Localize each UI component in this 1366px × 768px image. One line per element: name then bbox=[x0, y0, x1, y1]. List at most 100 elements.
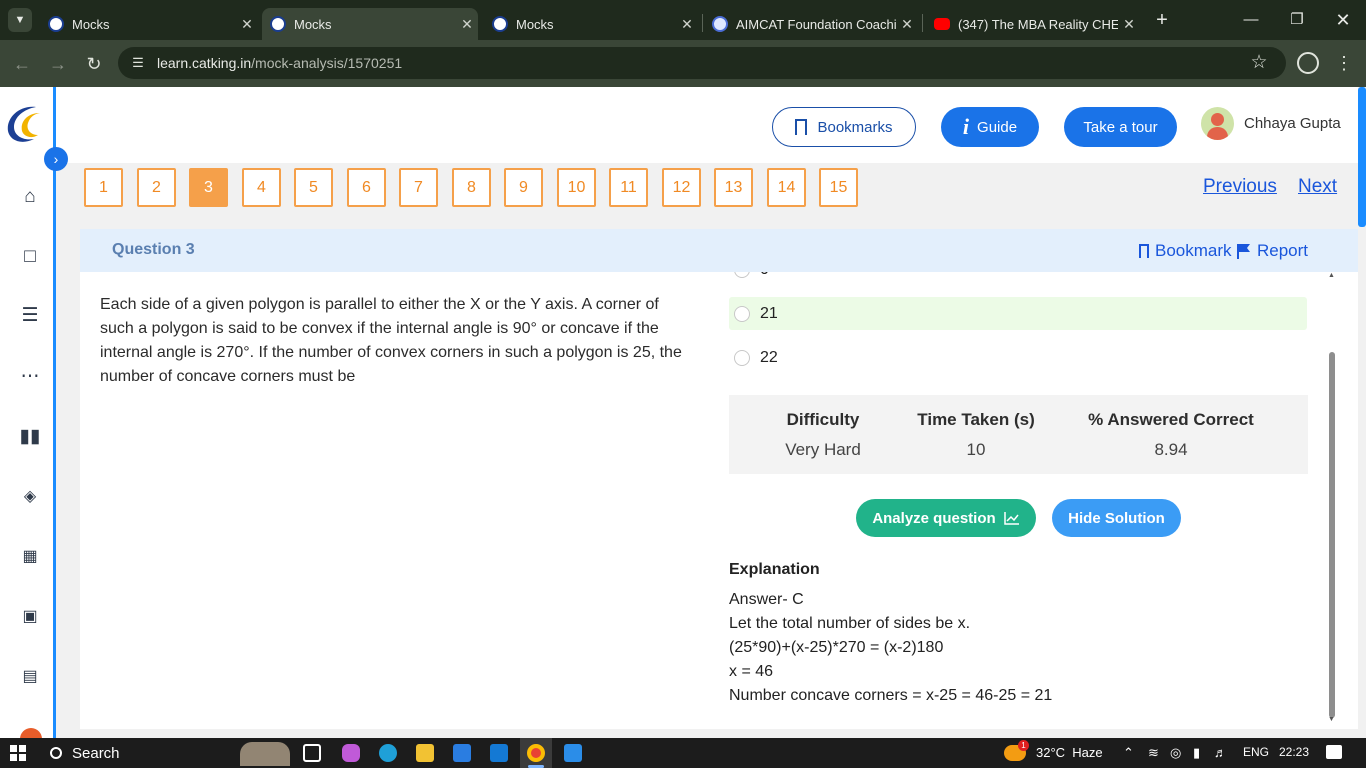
page-scrollbar-thumb[interactable] bbox=[1358, 87, 1366, 227]
question-stats-table bbox=[729, 395, 1308, 474]
store-icon[interactable] bbox=[453, 744, 471, 762]
take-tour-button[interactable]: Take a tour bbox=[1064, 107, 1177, 147]
next-link[interactable]: Next bbox=[1298, 176, 1337, 198]
close-tab-icon[interactable]: ✕ bbox=[236, 16, 258, 33]
tray-chevron-icon[interactable]: ⌃ bbox=[1123, 745, 1134, 761]
browser-tab-5[interactable]: (347) The MBA Reality CHEC ✕ bbox=[926, 8, 1140, 40]
tab-search-button[interactable]: ▼ bbox=[8, 8, 32, 32]
photos-icon[interactable] bbox=[564, 744, 582, 762]
task-view-icon[interactable] bbox=[303, 744, 321, 762]
panel-scrollbar-thumb[interactable] bbox=[1329, 352, 1335, 718]
graduation-cap-icon[interactable]: ◈ bbox=[18, 485, 42, 509]
more-dots-icon[interactable]: ⋯ bbox=[18, 365, 42, 389]
option-radio[interactable] bbox=[734, 272, 750, 278]
question-number-1[interactable]: 1 bbox=[84, 168, 123, 207]
guide-button[interactable]: i Guide bbox=[941, 107, 1039, 147]
panel-scrollbar[interactable]: ▲ ▼ bbox=[1327, 272, 1337, 727]
browser-tab-1[interactable]: Mocks ✕ bbox=[40, 8, 258, 40]
home-icon[interactable]: ⌂ bbox=[18, 185, 42, 209]
question-number-14[interactable]: 14 bbox=[767, 168, 806, 207]
tab-title: (347) The MBA Reality CHEC bbox=[958, 16, 1118, 32]
line-chart-icon bbox=[1003, 512, 1019, 525]
tab-title: AIMCAT Foundation Coachin bbox=[736, 16, 896, 32]
reload-icon[interactable]: ↻ bbox=[82, 52, 106, 76]
answered-correct-value: 8.94 bbox=[1154, 440, 1188, 459]
option-21-correct[interactable]: 21 bbox=[729, 297, 1307, 330]
previous-link[interactable]: Previous bbox=[1203, 176, 1277, 198]
scroll-down-arrow-icon[interactable]: ▼ bbox=[1328, 716, 1335, 723]
bookmark-question-button[interactable]: Bookmark bbox=[1139, 241, 1232, 261]
wifi-icon[interactable]: ≋ bbox=[1148, 745, 1159, 761]
close-window-icon[interactable]: ✕ bbox=[1320, 8, 1366, 32]
battery-icon[interactable]: ▮ bbox=[1193, 745, 1200, 761]
question-number-3[interactable]: 3 bbox=[189, 168, 228, 207]
question-number-9[interactable]: 9 bbox=[504, 168, 543, 207]
explanation-line: Answer- C bbox=[729, 591, 804, 608]
question-number-6[interactable]: 6 bbox=[347, 168, 386, 207]
explanation-line: x = 46 bbox=[729, 663, 774, 680]
dinosaur-widget-icon[interactable] bbox=[240, 742, 290, 766]
windows-start-icon[interactable] bbox=[10, 745, 26, 761]
outlook-icon[interactable] bbox=[490, 744, 508, 762]
network-icon[interactable]: ◎ bbox=[1170, 745, 1181, 761]
info-i-icon: i bbox=[962, 114, 970, 139]
user-name[interactable]: Chhaya Gupta bbox=[1244, 115, 1341, 132]
question-number-7[interactable]: 7 bbox=[399, 168, 438, 207]
option-22[interactable]: 22 bbox=[729, 341, 1307, 374]
question-number-11[interactable]: 11 bbox=[609, 168, 648, 207]
close-tab-icon[interactable]: ✕ bbox=[1118, 16, 1140, 33]
books-icon[interactable]: □ bbox=[18, 245, 42, 269]
question-number-12[interactable]: 12 bbox=[662, 168, 701, 207]
forward-arrow-icon[interactable]: → bbox=[46, 52, 70, 76]
question-number-15[interactable]: 15 bbox=[819, 168, 858, 207]
browser-menu-icon[interactable]: ⋮ bbox=[1334, 51, 1354, 75]
close-tab-icon[interactable]: ✕ bbox=[896, 16, 918, 33]
restore-icon[interactable]: ❐ bbox=[1274, 8, 1320, 32]
minimize-icon[interactable]: — bbox=[1228, 8, 1274, 32]
question-number-5[interactable]: 5 bbox=[294, 168, 333, 207]
presentation-icon[interactable]: ▣ bbox=[18, 605, 42, 629]
chrome-icon[interactable] bbox=[527, 744, 545, 762]
list-icon[interactable]: ☰ bbox=[18, 304, 42, 328]
bookmarks-button[interactable]: Bookmarks bbox=[772, 107, 916, 147]
site-settings-icon[interactable]: ☰ bbox=[128, 53, 148, 73]
user-avatar[interactable] bbox=[1201, 107, 1234, 140]
language-indicator[interactable]: ENG bbox=[1243, 745, 1269, 759]
sidebar-collapse-toggle[interactable]: › bbox=[44, 147, 68, 171]
columns-icon[interactable]: ▮▮ bbox=[18, 425, 42, 449]
sidebar: › ⌂ □ ☰ ⋯ ▮▮ ◈ ▦ ▣ ▤ bbox=[0, 87, 68, 739]
notifications-icon[interactable] bbox=[1326, 745, 1342, 759]
option-0[interactable]: 0 bbox=[729, 272, 1307, 286]
file-explorer-icon[interactable] bbox=[416, 744, 434, 762]
report-question-button[interactable]: Report bbox=[1237, 241, 1308, 261]
taskbar-search-box[interactable]: Search bbox=[38, 738, 238, 768]
close-tab-icon[interactable]: ✕ bbox=[676, 16, 698, 33]
question-number-4[interactable]: 4 bbox=[242, 168, 281, 207]
edge-icon[interactable] bbox=[379, 744, 397, 762]
close-tab-icon[interactable]: ✕ bbox=[456, 16, 478, 33]
analyze-question-button[interactable]: Analyze question bbox=[856, 499, 1036, 537]
calendar-icon[interactable]: ▦ bbox=[18, 545, 42, 569]
option-radio[interactable] bbox=[734, 305, 750, 322]
weather-text[interactable]: 32°C Haze bbox=[1036, 745, 1103, 760]
scroll-up-arrow-icon[interactable]: ▲ bbox=[1328, 272, 1335, 279]
youtube-favicon bbox=[934, 18, 950, 30]
browser-tab-2-active[interactable]: Mocks ✕ bbox=[262, 8, 478, 40]
volume-icon[interactable]: ♬ bbox=[1214, 745, 1227, 760]
ebook-icon[interactable]: ▤ bbox=[18, 665, 42, 689]
back-arrow-icon[interactable]: ← bbox=[10, 52, 34, 76]
question-number-8[interactable]: 8 bbox=[452, 168, 491, 207]
copilot-icon[interactable] bbox=[342, 744, 360, 762]
clock-time[interactable]: 22:23 bbox=[1279, 745, 1309, 759]
hide-solution-button[interactable]: Hide Solution bbox=[1052, 499, 1181, 537]
profile-icon[interactable] bbox=[1297, 52, 1319, 74]
new-tab-plus-icon[interactable]: + bbox=[1150, 8, 1174, 32]
tab-title: Mocks bbox=[294, 16, 332, 32]
browser-tab-3[interactable]: Mocks ✕ bbox=[484, 8, 698, 40]
option-radio[interactable] bbox=[734, 349, 750, 366]
question-number-13[interactable]: 13 bbox=[714, 168, 753, 207]
browser-tab-4[interactable]: AIMCAT Foundation Coachin ✕ bbox=[704, 8, 918, 40]
bookmark-star-icon[interactable]: ☆ bbox=[1248, 52, 1270, 74]
question-number-2[interactable]: 2 bbox=[137, 168, 176, 207]
question-number-10[interactable]: 10 bbox=[557, 168, 596, 207]
